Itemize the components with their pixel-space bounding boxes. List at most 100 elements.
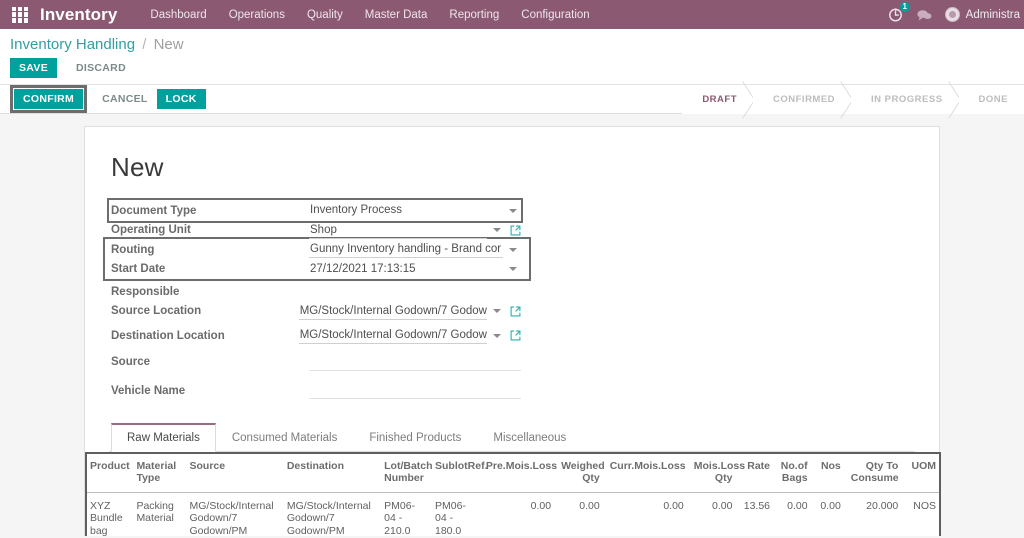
field-value-destination-location[interactable]: MG/Stock/Internal Godown/7 Godow [298, 327, 521, 345]
grid-apps-icon[interactable] [12, 6, 28, 23]
status-stage-done[interactable]: DONE [958, 85, 1024, 114]
confirm-button[interactable]: CONFIRM [14, 89, 84, 109]
field-label-source-location: Source Location [111, 305, 202, 318]
col-lot-batch-number: Lot/Batch Number [379, 451, 433, 493]
table-row[interactable]: XYZ Bundle bag Packing Material MG/Stock… [85, 492, 941, 536]
field-value-source[interactable] [309, 354, 521, 371]
user-name-label: Administra [965, 8, 1020, 21]
field-value-operating-unit[interactable]: Shop [309, 222, 521, 239]
col-source: Source [184, 451, 282, 493]
tab-consumed-materials[interactable]: Consumed Materials [216, 423, 353, 452]
top-navigation-bar: Inventory Dashboard Operations Quality M… [0, 0, 1024, 29]
external-link-icon[interactable] [510, 306, 521, 317]
user-menu[interactable]: Administra [944, 7, 1020, 22]
activity-count-badge: 1 [899, 2, 910, 12]
field-label-document-type: Document Type [111, 204, 197, 217]
field-value-routing[interactable]: Gunny Inventory handling - Brand cor [309, 241, 521, 259]
col-rate: Rate [737, 451, 776, 493]
cell-mois-loss-qty: 0.00 [688, 492, 738, 536]
menu-item-quality[interactable]: Quality [296, 5, 354, 25]
field-value-source-location[interactable]: MG/Stock/Internal Godown/7 Godow [298, 303, 521, 320]
source-value [309, 354, 521, 371]
cell-lot-batch-number: PM06-04 - 210.0 [379, 492, 430, 536]
record-action-buttons: SAVE DISCARD [10, 58, 1014, 78]
notebook: Raw Materials Consumed Materials Finishe… [85, 422, 941, 536]
discard-button[interactable]: DISCARD [67, 58, 135, 78]
field-row-destination-location: Destination Location MG/Stock/Internal G… [109, 326, 521, 346]
field-value-vehicle-name[interactable] [309, 382, 521, 400]
confirm-button-highlight: CONFIRM [10, 85, 88, 113]
cell-qty-to-consume: 20.000 [845, 492, 904, 536]
menu-item-master-data[interactable]: Master Data [354, 5, 439, 25]
topbar-right-tools: 1 Administra [888, 0, 1024, 29]
table-header-row: Product Material Type Source Destination… [85, 451, 941, 493]
destination-location-value: MG/Stock/Internal Godown/7 Godow [298, 327, 487, 345]
field-row-responsible: Responsible [109, 282, 521, 302]
chevron-down-icon[interactable] [493, 333, 501, 338]
chevron-down-icon[interactable] [509, 267, 517, 272]
menu-item-configuration[interactable]: Configuration [510, 5, 600, 25]
field-label-routing: Routing [111, 243, 155, 256]
field-row-operating-unit: Operating Unit Shop [109, 221, 521, 241]
col-nos: Nos [812, 451, 846, 493]
external-link-icon[interactable] [510, 225, 521, 236]
raw-materials-table-wrap: Product Material Type Source Destination… [85, 451, 941, 536]
col-mois-loss-qty: Mois.Loss Qty [688, 451, 745, 493]
chevron-down-icon[interactable] [509, 247, 517, 252]
cell-uom: NOS [903, 492, 941, 536]
cell-nos: 0.00 [812, 492, 846, 536]
field-label-vehicle-name: Vehicle Name [111, 384, 186, 397]
clock-activity-icon[interactable]: 1 [888, 2, 910, 22]
col-weighed-qty: Weighed Qty [556, 451, 605, 493]
field-value-responsible[interactable] [309, 283, 521, 300]
breadcrumb: Inventory Handling / New [10, 36, 1014, 53]
cell-source: MG/Stock/Internal Godown/7 Godown/PM God… [184, 492, 282, 536]
col-material-type: Material Type [131, 451, 185, 493]
field-label-source: Source [111, 356, 150, 369]
save-button[interactable]: SAVE [10, 58, 58, 78]
breadcrumb-separator: / [142, 36, 147, 53]
chat-bubble-icon[interactable] [916, 8, 932, 22]
field-row-routing: Routing Gunny Inventory handling - Brand… [109, 240, 521, 260]
field-label-destination-location: Destination Location [111, 329, 225, 342]
chevron-down-icon[interactable] [493, 228, 501, 233]
chevron-down-icon[interactable] [493, 309, 501, 314]
field-value-document-type[interactable]: Inventory Process [309, 202, 521, 219]
cell-destination: MG/Stock/Internal Godown/7 Godown/PM God… [281, 492, 380, 536]
chevron-down-icon[interactable] [509, 208, 517, 213]
cell-material-type: Packing Material [131, 492, 185, 536]
status-stage-confirmed[interactable]: CONFIRMED [753, 85, 852, 114]
status-action-bar: CONFIRM CANCEL LOCK DRAFT CONFIRMED IN P… [0, 85, 1024, 114]
col-no-of-bags: No.of Bags [775, 451, 813, 493]
user-avatar-icon [944, 7, 960, 22]
status-stage-draft[interactable]: DRAFT [682, 85, 754, 114]
form-view-container: New Document Type Inventory Process Oper… [0, 114, 1024, 536]
cell-sublot-ref: PM06-04 - 180.0 [430, 492, 481, 536]
routing-value: Gunny Inventory handling - Brand cor [309, 241, 503, 259]
main-menu: Dashboard Operations Quality Master Data… [139, 5, 600, 25]
field-label-responsible: Responsible [111, 285, 180, 298]
document-type-value: Inventory Process [310, 204, 403, 217]
field-row-source-location: Source Location MG/Stock/Internal Godown… [109, 302, 521, 322]
lock-button[interactable]: LOCK [156, 89, 206, 109]
tab-finished-products[interactable]: Finished Products [353, 423, 477, 452]
record-sheet: New Document Type Inventory Process Oper… [84, 126, 941, 536]
col-sublot-ref: SublotRef. [430, 451, 488, 493]
field-value-start-date[interactable]: 27/12/2021 17:13:15 [309, 261, 521, 278]
cancel-button[interactable]: CANCEL [93, 89, 157, 109]
menu-item-dashboard[interactable]: Dashboard [139, 5, 217, 25]
form-field-group: Document Type Inventory Process Operatin… [103, 198, 531, 401]
menu-item-operations[interactable]: Operations [218, 5, 296, 25]
cell-no-of-bags: 0.00 [775, 492, 813, 536]
tab-miscellaneous[interactable]: Miscellaneous [477, 423, 582, 452]
notebook-tabs: Raw Materials Consumed Materials Finishe… [109, 422, 915, 452]
tab-raw-materials[interactable]: Raw Materials [111, 422, 216, 452]
status-stage-in-progress[interactable]: IN PROGRESS [851, 85, 959, 114]
external-link-icon[interactable] [510, 330, 521, 341]
start-date-value: 27/12/2021 17:13:15 [310, 262, 416, 275]
menu-item-reporting[interactable]: Reporting [438, 5, 510, 25]
col-uom: UOM [903, 451, 941, 493]
breadcrumb-root-link[interactable]: Inventory Handling [10, 36, 135, 53]
status-pipeline: DRAFT CONFIRMED IN PROGRESS DONE [682, 85, 1024, 114]
breadcrumb-current: New [153, 36, 184, 53]
